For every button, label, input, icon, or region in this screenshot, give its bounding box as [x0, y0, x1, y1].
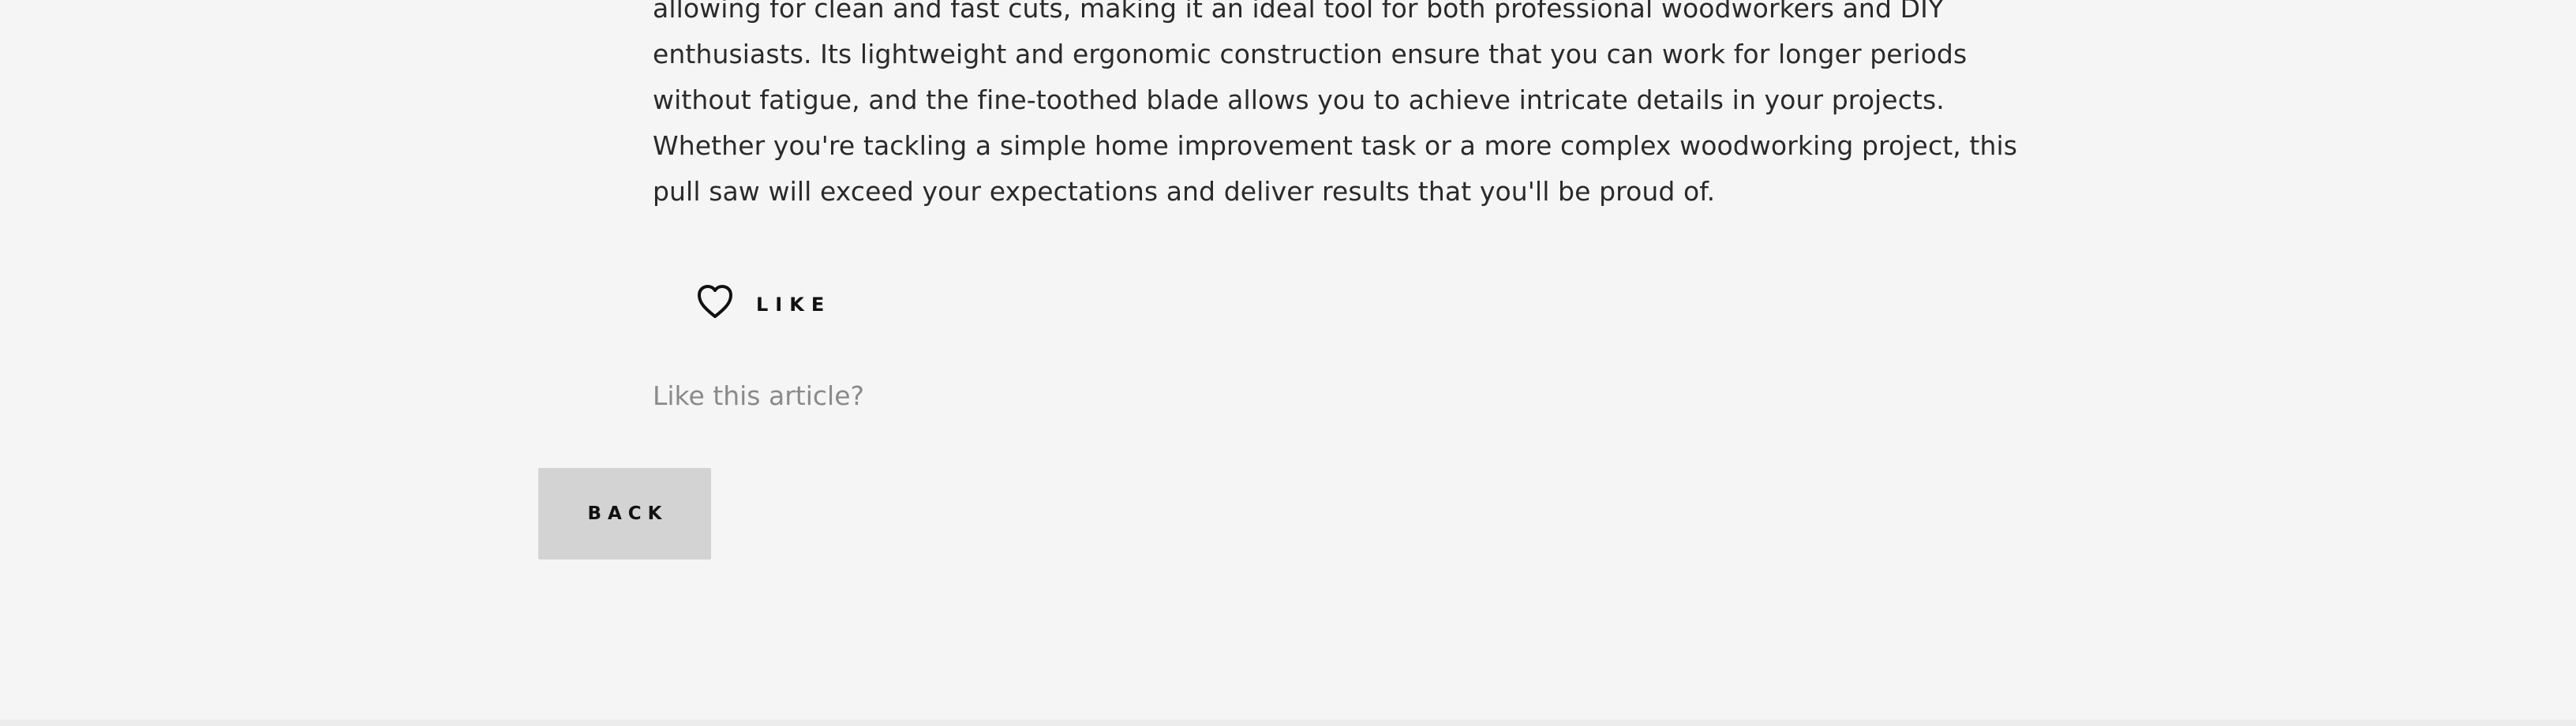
article-line: Whether you're tackling a simple home im…: [653, 130, 2018, 161]
article-line: enthusiasts. Its lightweight and ergonom…: [653, 39, 1968, 69]
article-line: pull saw will exceed your expectations a…: [653, 176, 1716, 207]
like-label: LIKE: [756, 294, 832, 316]
like-prompt: Like this article?: [653, 380, 865, 411]
bottom-divider: [0, 720, 2576, 726]
article-body: allowing for clean and fast cuts, making…: [653, 0, 2018, 215]
back-button[interactable]: BACK: [538, 468, 711, 559]
like-button[interactable]: LIKE: [696, 280, 831, 323]
article-line: allowing for clean and fast cuts, making…: [653, 0, 1945, 24]
article-line: without fatigue, and the fine-toothed bl…: [653, 84, 1945, 115]
heart-outline-icon: [696, 283, 734, 320]
